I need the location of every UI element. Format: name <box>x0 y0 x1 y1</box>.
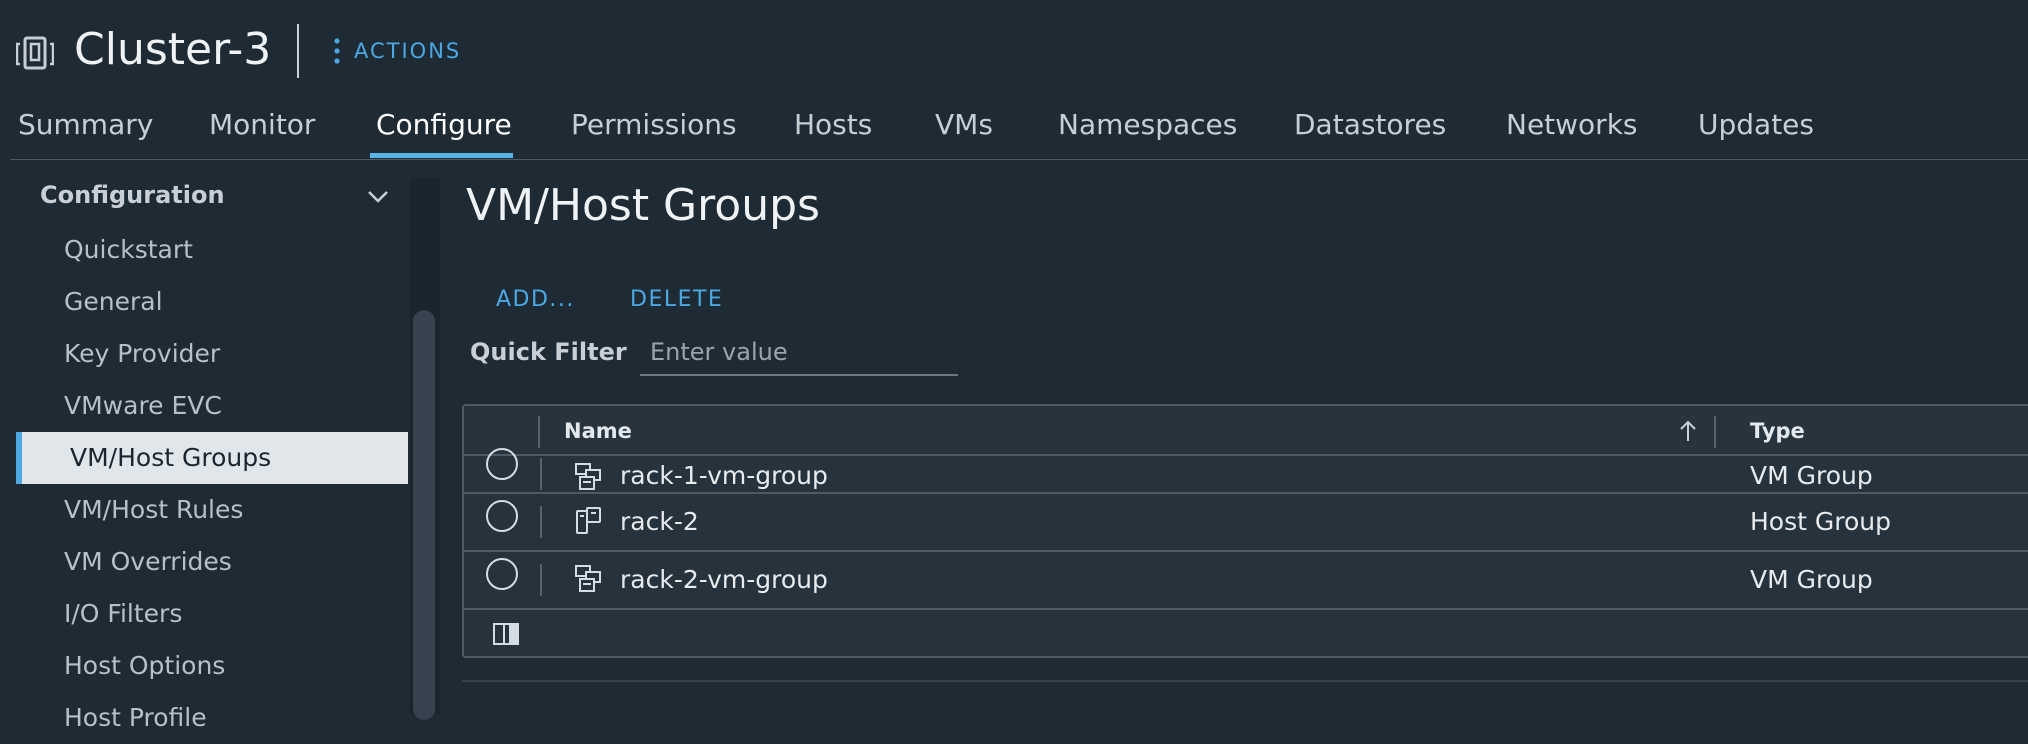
column-separator[interactable] <box>1714 416 1716 448</box>
tab-hosts[interactable]: Hosts <box>794 100 872 160</box>
tab-networks[interactable]: Networks <box>1506 100 1638 160</box>
cell-name: rack-1-vm-group <box>620 461 828 490</box>
sidebar-item-vmware-evc[interactable]: VMware EVC <box>16 380 408 432</box>
active-tab-indicator <box>370 153 513 158</box>
tab-vms[interactable]: VMs <box>935 100 993 160</box>
tab-summary[interactable]: Summary <box>18 100 153 160</box>
chevron-down-icon <box>368 191 388 203</box>
vm-group-icon <box>575 565 601 592</box>
title-divider <box>297 24 299 78</box>
cell-type: Host Group <box>1750 507 1891 536</box>
tab-configure[interactable]: Configure <box>376 100 512 160</box>
sidebar-item-vm-host-rules[interactable]: VM/Host Rules <box>16 484 408 536</box>
sidebar-item-vm-overrides[interactable]: VM Overrides <box>16 536 408 588</box>
column-separator <box>540 458 542 490</box>
sidebar-item-key-provider[interactable]: Key Provider <box>16 328 408 380</box>
tab-namespaces[interactable]: Namespaces <box>1058 100 1237 160</box>
groups-datagrid: Name Type rack-1-vm-group VM Group rack-… <box>462 404 2028 658</box>
sidebar-item-host-options[interactable]: Host Options <box>16 640 408 692</box>
datagrid-header: Name Type <box>464 406 2028 456</box>
sidebar-scrollbar-thumb[interactable] <box>413 310 435 720</box>
actions-label: ACTIONS <box>354 39 462 63</box>
sidebar-section-label: Configuration <box>40 181 225 209</box>
sidebar-item-host-profile[interactable]: Host Profile <box>16 692 408 744</box>
row-select-radio[interactable] <box>486 448 518 480</box>
delete-button[interactable]: DELETE <box>630 280 723 320</box>
sidebar-item-io-filters[interactable]: I/O Filters <box>16 588 408 640</box>
sidebar-item-general[interactable]: General <box>16 276 408 328</box>
host-group-icon <box>576 507 601 534</box>
column-separator <box>540 506 542 538</box>
sidebar-section-configuration[interactable]: Configuration <box>40 170 390 220</box>
column-separator <box>538 416 540 448</box>
page-title: VM/Host Groups <box>466 180 820 231</box>
row-select-radio[interactable] <box>486 500 518 532</box>
quick-filter-input[interactable] <box>640 330 958 376</box>
actions-button[interactable]: ACTIONS <box>334 36 461 66</box>
object-tabs: Summary Monitor Configure Permissions Ho… <box>10 100 2028 160</box>
column-separator <box>540 564 542 596</box>
sidebar-item-vm-host-groups[interactable]: VM/Host Groups <box>16 432 408 484</box>
table-row[interactable]: rack-2-vm-group VM Group <box>464 552 2028 610</box>
quick-filter-label: Quick Filter <box>470 338 627 366</box>
column-header-name[interactable]: Name <box>564 406 632 456</box>
vertical-ellipsis-icon <box>334 38 340 64</box>
cluster-icon <box>16 36 54 70</box>
column-header-type[interactable]: Type <box>1750 406 1805 456</box>
sidebar-item-quickstart[interactable]: Quickstart <box>16 224 408 276</box>
add-button[interactable]: ADD... <box>496 280 575 320</box>
row-select-radio[interactable] <box>486 558 518 590</box>
vm-group-icon <box>575 463 601 490</box>
tab-monitor[interactable]: Monitor <box>209 100 315 160</box>
tab-permissions[interactable]: Permissions <box>571 100 737 160</box>
sort-ascending-icon[interactable] <box>1677 419 1699 443</box>
sidebar: Configuration Quickstart General Key Pro… <box>0 160 440 732</box>
column-toggle-icon[interactable] <box>492 622 520 646</box>
tab-datastores[interactable]: Datastores <box>1294 100 1446 160</box>
datagrid-footer <box>464 610 2028 656</box>
cell-type: VM Group <box>1750 461 1873 490</box>
cell-name: rack-2-vm-group <box>620 565 828 594</box>
tab-updates[interactable]: Updates <box>1698 100 1814 160</box>
object-title: Cluster-3 <box>74 24 272 75</box>
content-divider <box>462 680 2028 682</box>
object-header: Cluster-3 ACTIONS <box>0 0 2028 100</box>
cell-name: rack-2 <box>620 507 699 536</box>
main-content: VM/Host Groups ADD... DELETE Quick Filte… <box>442 160 2028 714</box>
table-row[interactable]: rack-1-vm-group VM Group <box>464 448 2028 494</box>
table-row[interactable]: rack-2 Host Group <box>464 494 2028 552</box>
cell-type: VM Group <box>1750 565 1873 594</box>
